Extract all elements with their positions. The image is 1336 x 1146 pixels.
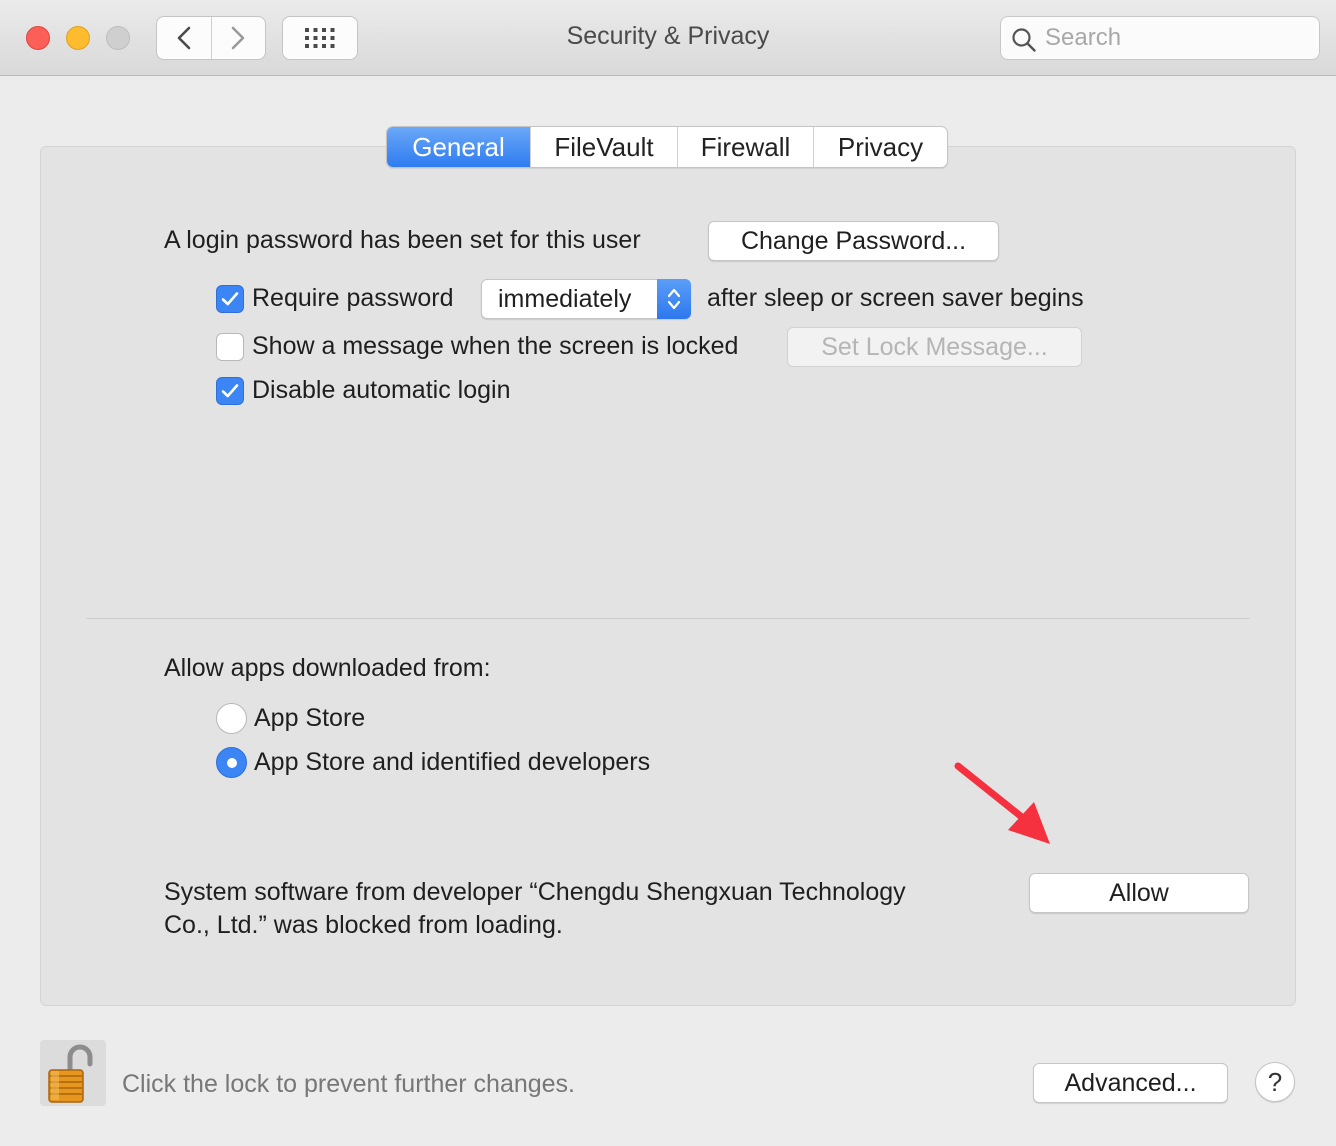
blocked-line-2: Co., Ltd.” was blocked from loading.	[164, 911, 563, 939]
zoom-window-button[interactable]	[106, 26, 130, 50]
lock-button[interactable]	[40, 1040, 106, 1106]
after-sleep-text: after sleep or screen saver begins	[707, 284, 1084, 312]
show-message-label: Show a message when the screen is locked	[252, 332, 739, 360]
radio-app-store-identified-label: App Store and identified developers	[254, 748, 651, 776]
show-all-button[interactable]	[282, 16, 358, 60]
help-button[interactable]: ?	[1255, 1062, 1295, 1102]
allow-button[interactable]: Allow	[1029, 873, 1249, 913]
grid-icon	[305, 28, 335, 48]
navigation-buttons	[156, 16, 266, 60]
disable-auto-login-checkbox[interactable]	[216, 377, 244, 405]
section-divider	[86, 618, 1250, 619]
title-bar: Security & Privacy	[0, 0, 1336, 76]
annotation-arrow-icon	[954, 762, 1050, 844]
unlocked-padlock-icon	[48, 1044, 93, 1103]
set-lock-message-button[interactable]: Set Lock Message...	[787, 327, 1082, 367]
close-window-button[interactable]	[26, 26, 50, 50]
search-field[interactable]	[1000, 16, 1320, 60]
tab-general[interactable]: General	[387, 127, 530, 167]
tab-bar: General FileVault Firewall Privacy	[386, 126, 948, 168]
login-password-text: A login password has been set for this u…	[164, 226, 641, 254]
select-stepper	[657, 279, 691, 319]
window-title: Security & Privacy	[566, 22, 770, 50]
require-password-delay-value: immediately	[498, 285, 632, 313]
blocked-line-1: System software from developer “Chengdu …	[164, 878, 906, 906]
require-password-delay-select[interactable]: immediately	[481, 279, 691, 319]
tab-firewall[interactable]: Firewall	[677, 127, 813, 167]
tab-privacy[interactable]: Privacy	[813, 127, 947, 167]
blocked-software-message: System software from developer “Chengdu …	[164, 876, 994, 942]
disable-auto-login-label: Disable automatic login	[252, 376, 511, 404]
search-input[interactable]	[1045, 23, 1305, 53]
forward-button[interactable]	[210, 17, 266, 59]
chevron-up-down-icon	[667, 288, 681, 310]
advanced-button[interactable]: Advanced...	[1033, 1063, 1228, 1103]
minimize-window-button[interactable]	[66, 26, 90, 50]
show-message-checkbox[interactable]	[216, 333, 244, 361]
tab-filevault[interactable]: FileVault	[530, 127, 677, 167]
allow-apps-heading: Allow apps downloaded from:	[164, 654, 491, 682]
require-password-label: Require password	[252, 284, 454, 312]
back-button[interactable]	[157, 17, 211, 59]
change-password-button[interactable]: Change Password...	[708, 221, 999, 261]
radio-app-store[interactable]	[216, 703, 247, 734]
require-password-checkbox[interactable]	[216, 285, 244, 313]
checkmark-icon	[221, 292, 239, 306]
search-icon	[1012, 28, 1036, 52]
checkmark-icon	[221, 384, 239, 398]
chevron-left-icon	[177, 26, 191, 50]
radio-app-store-identified[interactable]	[216, 747, 247, 778]
lock-text: Click the lock to prevent further change…	[122, 1070, 576, 1098]
chevron-right-icon	[231, 26, 245, 50]
radio-app-store-label: App Store	[254, 704, 366, 732]
